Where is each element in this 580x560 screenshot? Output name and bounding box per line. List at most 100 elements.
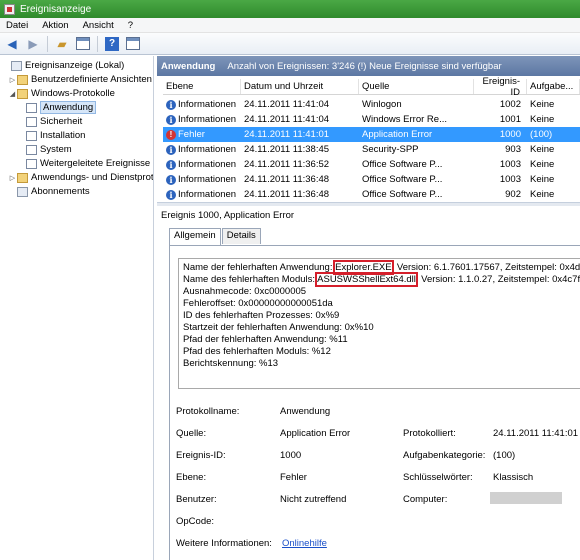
- row-event-id: 1003: [499, 174, 521, 185]
- row-task: Keine: [530, 99, 555, 110]
- event-viewer-icon: [4, 3, 15, 15]
- column-header-source[interactable]: Quelle: [359, 79, 474, 94]
- row-date: 24.11.2011 11:41:04: [244, 114, 330, 125]
- folder-icon: [17, 172, 28, 183]
- opcode-label: OpCode:: [176, 516, 215, 527]
- message-line-app: Name der fehlerhaften Anwendung: Explore…: [183, 260, 580, 275]
- expand-arrow-icon[interactable]: ▷: [8, 76, 17, 84]
- row-event-id: 1000: [499, 129, 521, 140]
- back-arrow-icon[interactable]: ◀: [3, 35, 21, 53]
- help-icon[interactable]: ?: [103, 35, 121, 53]
- event-detail-title: Ereignis 1000, Application Error: [161, 210, 295, 221]
- event-message[interactable]: Name der fehlerhaften Anwendung: Explore…: [178, 258, 580, 389]
- log-name-label: Protokollname:: [176, 406, 240, 417]
- information-icon: i: [166, 114, 176, 125]
- detail-tabs: Allgemein Details: [169, 228, 262, 245]
- main-pane: Anwendung Anzahl von Ereignissen: 3'246 …: [157, 56, 580, 560]
- table-row[interactable]: i Informationen 24.11.2011 11:36:48 Offic…: [163, 172, 580, 187]
- row-event-id: 903: [505, 144, 521, 155]
- subscription-icon: [17, 186, 28, 197]
- row-task: Keine: [530, 144, 555, 155]
- row-source: Windows Error Re...: [362, 114, 447, 125]
- log-icon: [26, 158, 37, 169]
- tree-item-label: Sicherheit: [40, 116, 83, 127]
- log-icon: [26, 130, 37, 141]
- column-header-event-id[interactable]: Ereignis-ID: [474, 76, 527, 98]
- information-icon: i: [166, 189, 176, 200]
- table-row-selected[interactable]: ! Fehler 24.11.2011 11:41:01 Application …: [163, 127, 580, 142]
- folder-icon: [17, 74, 28, 85]
- table-row[interactable]: i Informationen 24.11.2011 11:36:48 Offic…: [163, 187, 580, 202]
- folder-up-icon[interactable]: ▰: [53, 35, 71, 53]
- tree-item-app-services[interactable]: ▷ Anwendungs- und Dienstprotokolle: [8, 171, 153, 184]
- table-row[interactable]: i Informationen 24.11.2011 11:38:45 Secur…: [163, 142, 580, 157]
- row-source: Application Error: [362, 129, 433, 140]
- message-line: Startzeit der fehlerhaften Anwendung: 0x…: [183, 322, 374, 333]
- window-title: Ereignisanzeige: [20, 3, 92, 15]
- tree-item-subscriptions[interactable]: Abonnements: [8, 185, 90, 198]
- online-help-link[interactable]: Onlinehilfe: [282, 538, 327, 549]
- row-level: Informationen: [178, 159, 237, 170]
- message-line: Pfad des fehlerhaften Moduls: %12: [183, 346, 331, 357]
- level-label: Ebene:: [176, 472, 207, 483]
- row-event-id: 1002: [499, 99, 521, 110]
- forward-arrow-icon[interactable]: ▶: [24, 35, 42, 53]
- row-source: Office Software P...: [362, 174, 443, 185]
- collapse-arrow-icon[interactable]: ◢: [8, 90, 17, 98]
- title-bar: Ereignisanzeige: [0, 0, 580, 18]
- table-row[interactable]: i Informationen 24.11.2011 11:41:04 Windo…: [163, 112, 580, 127]
- tree-item-label: Abonnements: [31, 186, 90, 197]
- logged-value: 24.11.2011 11:41:01: [493, 428, 579, 439]
- tree-item-root[interactable]: Ereignisanzeige (Lokal): [2, 59, 124, 72]
- table-row[interactable]: i Informationen 24.11.2011 11:36:52 Offic…: [163, 157, 580, 172]
- row-level: Informationen: [178, 189, 237, 200]
- general-tab-body: Name der fehlerhaften Anwendung: Explore…: [169, 245, 580, 560]
- row-source: Office Software P...: [362, 159, 443, 170]
- error-icon: !: [166, 129, 176, 140]
- message-line: ID des fehlerhaften Prozesses: 0x%9: [183, 310, 340, 321]
- row-level: Informationen: [178, 174, 237, 185]
- column-header-task[interactable]: Aufgabe...: [527, 79, 580, 94]
- toolbar-separator: [97, 35, 98, 52]
- log-info: Anzahl von Ereignissen: 3'246 (!) Neue E…: [227, 60, 502, 72]
- more-info-label: Weitere Informationen:: [176, 538, 272, 549]
- menu-bar: Datei Aktion Ansicht ?: [0, 18, 580, 33]
- log-icon: [26, 144, 37, 155]
- level-value: Fehler: [280, 472, 307, 483]
- tree-item-label: System: [40, 144, 72, 155]
- tree-item-setup[interactable]: Installation: [26, 129, 85, 142]
- tab-details[interactable]: Details: [221, 228, 261, 244]
- task-category-value: (100): [493, 450, 516, 461]
- tree-item-system[interactable]: System: [26, 143, 72, 156]
- row-event-id: 1001: [499, 114, 521, 125]
- show-hide-tree-icon[interactable]: [74, 35, 92, 53]
- tab-general[interactable]: Allgemein: [169, 228, 221, 245]
- tree-item-windows-logs[interactable]: ◢ Windows-Protokolle: [8, 87, 115, 100]
- tree-item-custom-views[interactable]: ▷ Benutzerdefinierte Ansichten: [8, 73, 152, 86]
- expand-arrow-icon[interactable]: ▷: [8, 174, 17, 182]
- menu-datei[interactable]: Datei: [6, 20, 28, 31]
- menu-aktion[interactable]: Aktion: [42, 20, 68, 31]
- row-date: 24.11.2011 11:36:52: [244, 159, 330, 170]
- table-row[interactable]: i Informationen 24.11.2011 11:41:04 Winlo…: [163, 97, 580, 112]
- row-level: Informationen: [178, 99, 237, 110]
- navigation-tree: Ereignisanzeige (Lokal) ▷ Benutzerdefini…: [0, 56, 154, 560]
- properties-icon[interactable]: [124, 35, 142, 53]
- menu-help[interactable]: ?: [128, 20, 133, 31]
- message-line: Fehleroffset: 0x00000000000051da: [183, 298, 333, 309]
- log-title: Anwendung: [161, 60, 216, 72]
- tree-item-security[interactable]: Sicherheit: [26, 115, 82, 128]
- event-table-header: Ebene Datum und Uhrzeit Quelle Ereignis-…: [163, 76, 580, 98]
- column-header-date[interactable]: Datum und Uhrzeit: [241, 79, 359, 94]
- menu-ansicht[interactable]: Ansicht: [83, 20, 114, 31]
- toolbar-separator: [47, 35, 48, 52]
- row-event-id: 902: [505, 189, 521, 200]
- log-header: Anwendung Anzahl von Ereignissen: 3'246 …: [157, 56, 580, 76]
- column-header-level[interactable]: Ebene: [163, 79, 241, 94]
- pane-splitter[interactable]: [157, 202, 580, 206]
- tree-item-application[interactable]: Anwendung: [26, 101, 97, 114]
- task-category-label: Aufgabenkategorie:: [403, 450, 486, 461]
- tree-item-label: Ereignisanzeige (Lokal): [25, 60, 125, 71]
- tree-item-forwarded[interactable]: Weitergeleitete Ereignisse: [26, 157, 150, 170]
- highlight-app-name: Explorer.EXE: [333, 260, 394, 275]
